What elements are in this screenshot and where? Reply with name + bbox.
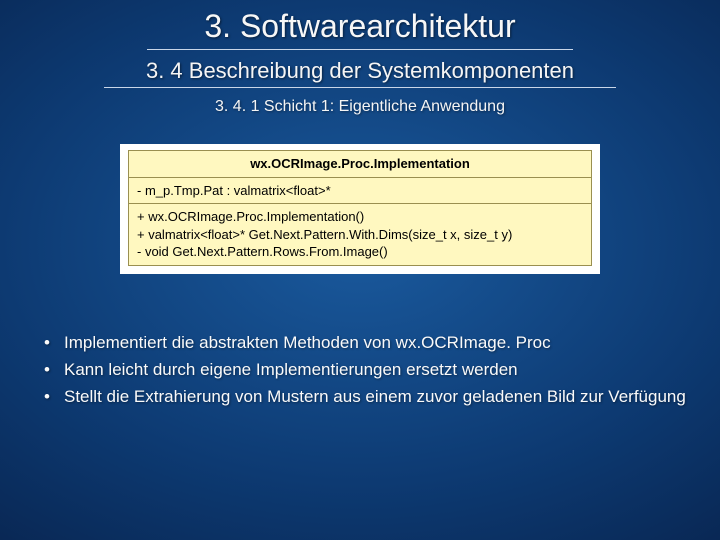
uml-table: wx.OCRImage.Proc.Implementation - m_p.Tm… bbox=[128, 150, 592, 266]
classbox-wrap: wx.OCRImage.Proc.Implementation - m_p.Tm… bbox=[26, 144, 694, 274]
bullet-list: Implementiert die abstrakten Methoden vo… bbox=[26, 332, 694, 409]
uml-attributes: - m_p.Tmp.Pat : valmatrix<float>* bbox=[129, 177, 592, 204]
list-item: Stellt die Extrahierung von Mustern aus … bbox=[40, 386, 686, 409]
slide: 3. Softwarearchitektur 3. 4 Beschreibung… bbox=[0, 0, 720, 540]
slide-subsection: 3. 4. 1 Schicht 1: Eigentliche Anwendung bbox=[26, 98, 694, 116]
uml-operations: + wx.OCRImage.Proc.Implementation() + va… bbox=[129, 204, 592, 266]
uml-classbox: wx.OCRImage.Proc.Implementation - m_p.Tm… bbox=[120, 144, 600, 274]
subtitle-underline bbox=[104, 87, 616, 88]
list-item: Kann leicht durch eigene Implementierung… bbox=[40, 359, 686, 382]
slide-subtitle: 3. 4 Beschreibung der Systemkomponenten bbox=[26, 58, 694, 84]
title-underline bbox=[147, 49, 573, 50]
slide-title: 3. Softwarearchitektur bbox=[26, 0, 694, 45]
list-item: Implementiert die abstrakten Methoden vo… bbox=[40, 332, 686, 355]
uml-class-name: wx.OCRImage.Proc.Implementation bbox=[129, 151, 592, 178]
